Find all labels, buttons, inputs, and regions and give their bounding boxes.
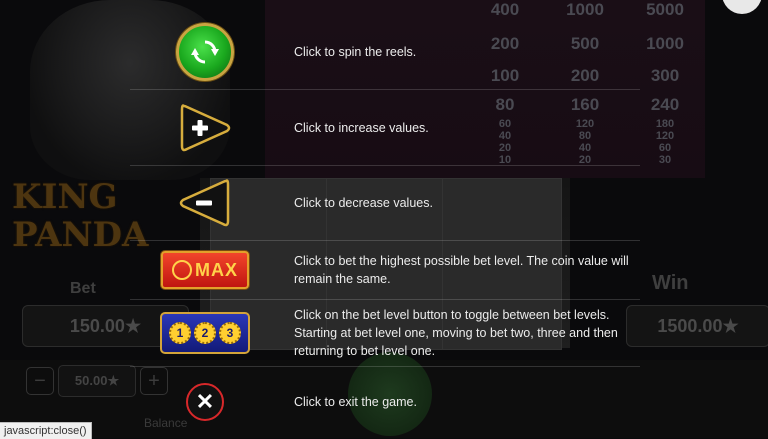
bet-label: Bet <box>70 280 96 297</box>
help-text-decrease: Click to decrease values. <box>294 196 433 210</box>
win-value: 1500.00★ <box>626 305 768 347</box>
help-row-max-bet: MAX Click to bet the highest possible be… <box>130 241 640 300</box>
help-row-bet-level: 1 2 3 Click on the bet level button to t… <box>130 300 640 367</box>
help-row-increase: Click to increase values. <box>130 90 640 166</box>
help-row-decrease: Click to decrease values. <box>130 166 640 241</box>
help-text-max-bet: Click to bet the highest possible bet le… <box>294 254 629 286</box>
coin-decrease-button[interactable]: − <box>26 367 54 395</box>
spin-icon[interactable] <box>176 22 234 81</box>
help-text-close: Click to exit the game. <box>294 395 417 409</box>
help-overlay: Click to spin the reels. Click to increa… <box>130 0 640 438</box>
bet-level-1: 1 <box>169 322 191 344</box>
help-text-increase: Click to increase values. <box>294 120 429 135</box>
win-label: Win <box>652 272 689 294</box>
coin-icon <box>172 260 192 280</box>
max-bet-icon[interactable]: MAX <box>161 251 249 289</box>
menu-corner-button[interactable] <box>722 0 762 14</box>
max-bet-label: MAX <box>195 259 238 280</box>
plus-triangle-icon[interactable] <box>178 102 232 154</box>
close-icon[interactable]: ✕ <box>186 383 224 421</box>
bet-level-3: 3 <box>219 322 241 344</box>
help-row-spin: Click to spin the reels. <box>130 14 640 90</box>
help-text-spin: Click to spin the reels. <box>294 44 417 59</box>
help-row-close: ✕ Click to exit the game. <box>130 367 640 437</box>
bet-level-icon[interactable]: 1 2 3 <box>160 312 250 354</box>
bet-level-2: 2 <box>194 322 216 344</box>
minus-triangle-icon[interactable] <box>178 177 232 229</box>
coin-value: 50.00★ <box>58 365 136 397</box>
browser-status-bar: javascript:close() <box>0 422 92 439</box>
help-text-bet-level: Click on the bet level button to toggle … <box>294 308 618 358</box>
